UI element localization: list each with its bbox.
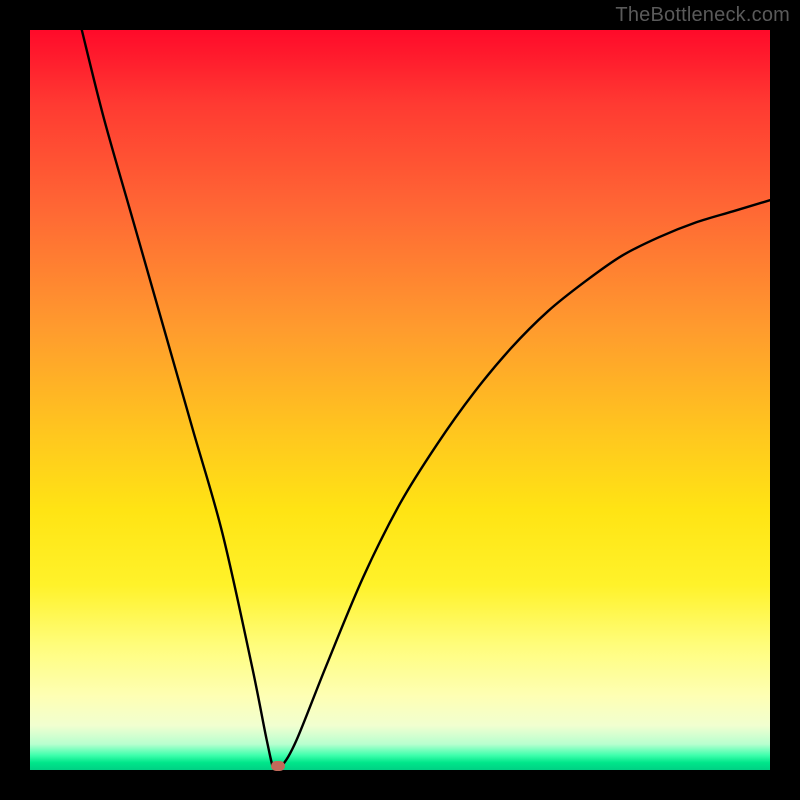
plot-area	[30, 30, 770, 770]
watermark-text: TheBottleneck.com	[615, 4, 790, 27]
minimum-marker	[271, 761, 285, 771]
bottleneck-curve	[30, 30, 770, 770]
chart-frame: TheBottleneck.com	[0, 0, 800, 800]
